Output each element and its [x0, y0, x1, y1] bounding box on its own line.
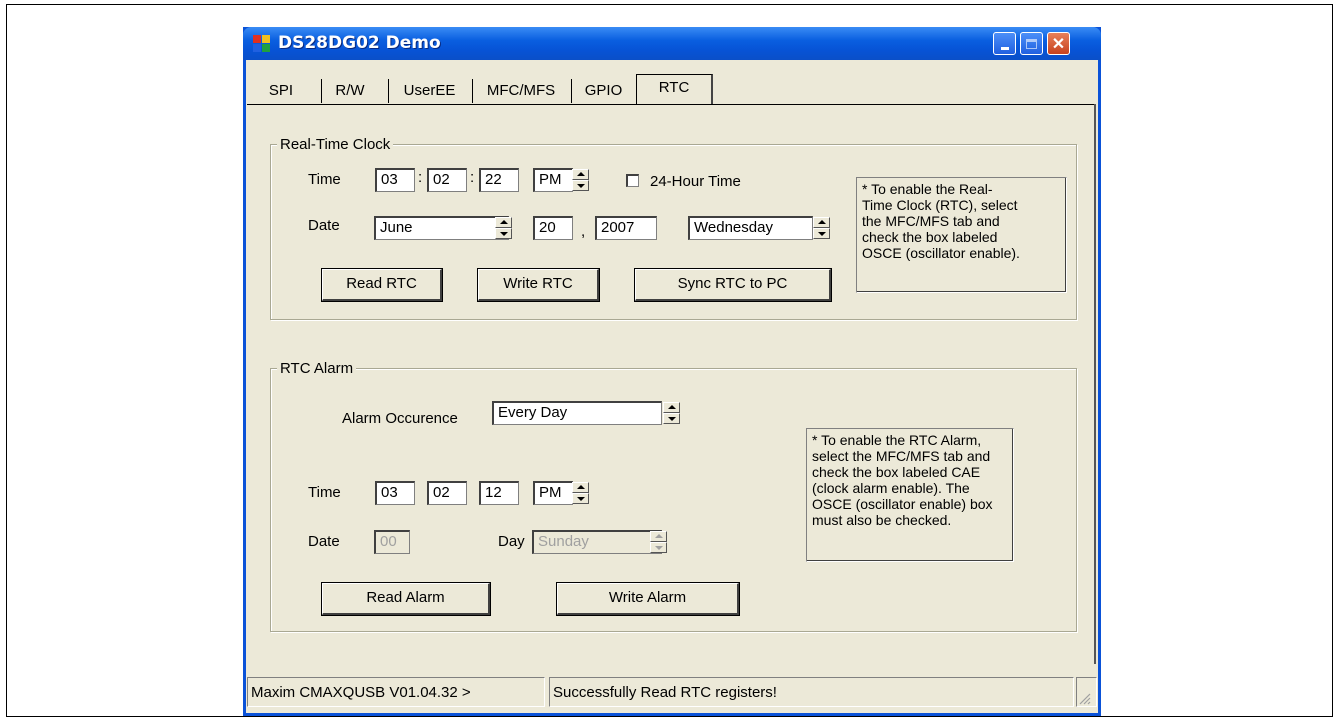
rtc-note-line: Time Clock (RTC), select	[862, 197, 1018, 213]
alarm-time-label: Time	[308, 484, 341, 501]
tab-rtc[interactable]: RTC	[636, 74, 713, 104]
hour24-label: 24-Hour Time	[650, 173, 741, 190]
rtc-group-label: Real-Time Clock	[277, 136, 394, 153]
alarm-day-spinner	[650, 531, 667, 553]
rtc-month-spinner[interactable]	[495, 217, 512, 239]
rtc-help-note: * To enable the Real- Time Clock (RTC), …	[856, 177, 1067, 293]
alarm-second-field[interactable]: 12	[479, 481, 519, 505]
alarm-note-line: must also be checked.	[812, 512, 952, 528]
rtc-colon-2: :	[470, 169, 475, 186]
rtc-month-field[interactable]: June	[374, 216, 509, 240]
alarm-note-line: check the box labeled CAE	[812, 464, 981, 480]
hour24-checkbox[interactable]	[626, 174, 639, 187]
app-window: DS28DG02 Demo ✕ SPI R/W UserEE MFC/MFS G…	[243, 27, 1101, 716]
alarm-note-line: * To enable the RTC Alarm,	[812, 432, 982, 448]
tab-panel-top-edge	[247, 104, 1095, 105]
alarm-group-label: RTC Alarm	[277, 360, 357, 377]
tab-mfc-mfs[interactable]: MFC/MFS	[472, 79, 569, 103]
alarm-note-line: (clock alarm enable). The	[812, 480, 970, 496]
rtc-note-line: * To enable the Real-	[862, 181, 993, 197]
maximize-icon	[1026, 38, 1037, 49]
tab-rw[interactable]: R/W	[321, 79, 378, 103]
alarm-date-label: Date	[308, 533, 340, 550]
status-version: Maxim CMAXQUSB V01.04.32 >	[247, 677, 545, 707]
rtc-note-line: the MFC/MFS tab and	[862, 213, 1000, 229]
rtc-weekday-field[interactable]: Wednesday	[688, 216, 813, 240]
sync-rtc-button[interactable]: Sync RTC to PC	[635, 269, 831, 301]
alarm-occurrence-label: Alarm Occurence	[342, 410, 458, 427]
tab-panel-right-edge	[1094, 104, 1096, 664]
status-bar: Maxim CMAXQUSB V01.04.32 > Successfully …	[247, 673, 1097, 711]
read-alarm-button[interactable]: Read Alarm	[322, 583, 490, 615]
rtc-weekday-spinner[interactable]	[813, 217, 830, 239]
rtc-year-field[interactable]: 2007	[595, 216, 657, 240]
title-bar[interactable]: DS28DG02 Demo ✕	[243, 27, 1101, 60]
alarm-minute-field[interactable]: 02	[427, 481, 467, 505]
alarm-day-label: Day	[498, 533, 525, 550]
window-title: DS28DG02 Demo	[278, 33, 441, 53]
alarm-date-field: 00	[374, 530, 410, 554]
alarm-ampm-field[interactable]: PM	[533, 481, 573, 505]
maximize-button[interactable]	[1020, 32, 1043, 55]
rtc-date-comma: ,	[581, 223, 586, 240]
resize-grip-icon[interactable]	[1077, 691, 1091, 705]
rtc-minute-field[interactable]: 02	[427, 168, 467, 192]
status-message: Successfully Read RTC registers!	[549, 677, 1074, 707]
app-icon	[253, 35, 271, 53]
read-rtc-button[interactable]: Read RTC	[322, 269, 442, 301]
tab-useree[interactable]: UserEE	[388, 79, 470, 103]
tab-gpio[interactable]: GPIO	[571, 79, 635, 103]
tab-spi[interactable]: SPI	[251, 79, 311, 103]
rtc-second-field[interactable]: 22	[479, 168, 519, 192]
rtc-ampm-field[interactable]: PM	[533, 168, 573, 192]
close-button[interactable]: ✕	[1047, 32, 1070, 55]
alarm-hour-field[interactable]: 03	[375, 481, 415, 505]
alarm-occurrence-spinner[interactable]	[663, 402, 680, 424]
alarm-note-line: select the MFC/MFS tab and	[812, 448, 991, 464]
rtc-ampm-spinner[interactable]	[572, 169, 589, 191]
rtc-time-label: Time	[308, 171, 341, 188]
minimize-button[interactable]	[993, 32, 1016, 55]
rtc-note-line: OSCE (oscillator enable).	[862, 245, 1020, 261]
rtc-hour-field[interactable]: 03	[375, 168, 415, 192]
alarm-day-field: Sunday	[532, 530, 662, 554]
alarm-help-note: * To enable the RTC Alarm, select the MF…	[806, 428, 1014, 562]
close-icon: ✕	[1051, 35, 1066, 53]
rtc-day-field[interactable]: 20	[533, 216, 573, 240]
rtc-date-label: Date	[308, 217, 340, 234]
rtc-colon-1: :	[418, 169, 423, 186]
alarm-note-line: OSCE (oscillator enable) box	[812, 496, 993, 512]
write-alarm-button[interactable]: Write Alarm	[557, 583, 739, 615]
alarm-occurrence-field[interactable]: Every Day	[492, 401, 662, 425]
alarm-ampm-spinner[interactable]	[572, 482, 589, 504]
minimize-icon	[1000, 47, 1009, 50]
rtc-note-line: check the box labeled	[862, 229, 998, 245]
write-rtc-button[interactable]: Write RTC	[478, 269, 599, 301]
